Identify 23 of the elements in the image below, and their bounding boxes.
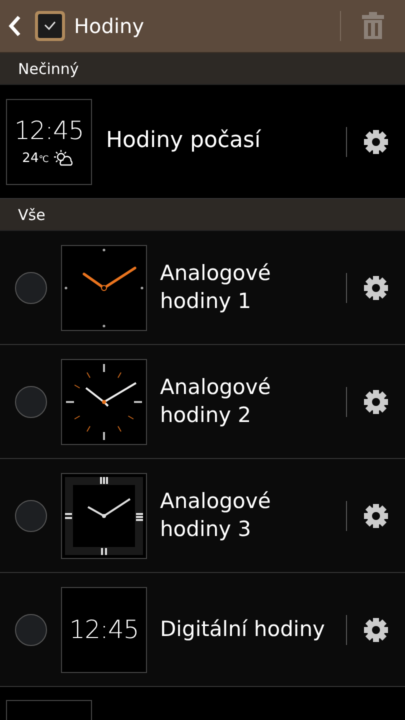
clock-name: Hodiny počasí <box>106 127 262 156</box>
screen-title: Hodiny <box>74 14 146 38</box>
clock-name: Analogové hodiny 1 <box>160 260 272 314</box>
list-item[interactable]: Analogové hodiny 3 <box>0 459 405 573</box>
watch-icon <box>34 10 66 42</box>
clock-name: Analogové hodiny 3 <box>160 488 272 542</box>
list-item[interactable]: Analogové hodiny 1 <box>0 231 405 345</box>
list-item[interactable]: 12:45 Digitální hodiny <box>0 573 405 687</box>
radio-button[interactable] <box>15 500 47 532</box>
radio-button[interactable] <box>15 272 47 304</box>
clock-name: Analogové hodiny 2 <box>160 374 272 428</box>
trash-icon <box>361 12 385 40</box>
list-item[interactable]: Analogové hodiny 2 <box>0 345 405 459</box>
section-title: Vše <box>18 206 46 224</box>
temperature: 24℃ <box>22 150 49 166</box>
clock-time: 12:45 <box>69 615 139 644</box>
clock-time: 12:45 <box>14 116 84 145</box>
radio-button[interactable] <box>15 614 47 646</box>
radio-button[interactable] <box>15 386 47 418</box>
back-icon <box>8 14 22 38</box>
clock-name: Digitální hodiny <box>160 616 326 643</box>
section-title: Nečinný <box>18 60 79 78</box>
list-item[interactable]: 12:45 24℃ Hodiny počasí <box>0 85 405 199</box>
